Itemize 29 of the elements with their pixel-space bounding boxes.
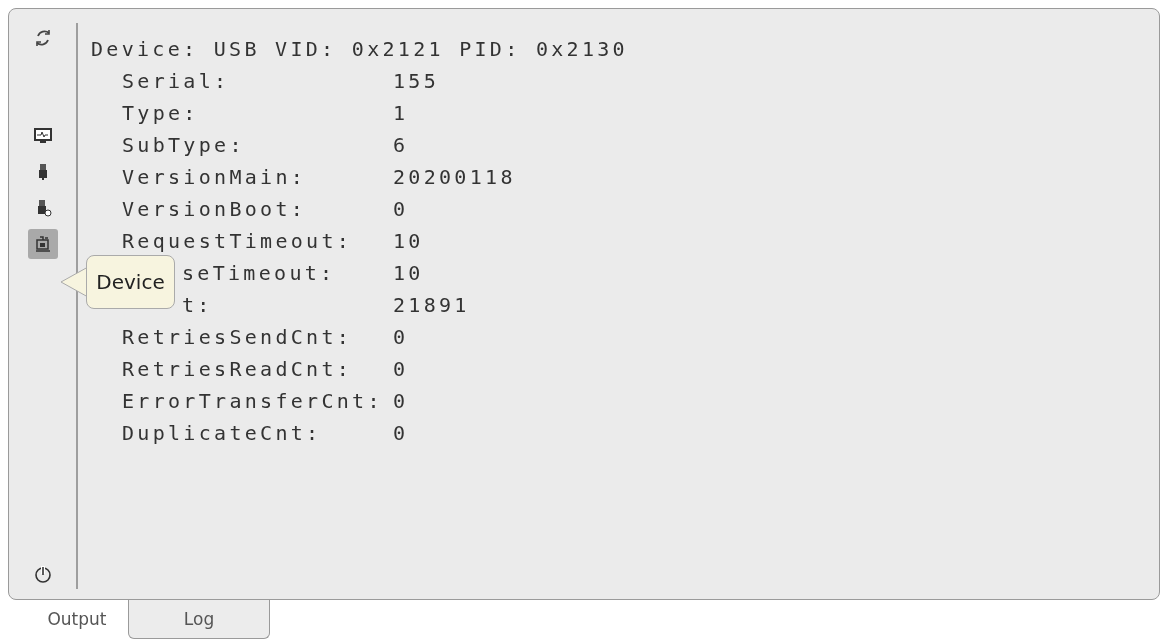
field-label: ErrorTransferCnt:: [122, 388, 384, 415]
field-label: Serial:: [122, 68, 231, 95]
field-value: 20200118: [393, 164, 516, 191]
field-value: 0: [393, 420, 410, 447]
field-value: 1: [393, 100, 410, 127]
field-label: VersionBoot:: [122, 196, 308, 223]
tab[interactable]: Log: [128, 600, 270, 639]
field-value: 10: [393, 228, 425, 255]
field-label: seTimeout:: [182, 260, 337, 287]
field-value: 0: [393, 356, 410, 383]
field-label: RequestTimeout:: [122, 228, 354, 255]
machine-button[interactable]: [27, 229, 58, 259]
power-icon: [32, 564, 53, 584]
field-label: SubType:: [122, 132, 246, 159]
field-value: 6: [393, 132, 410, 159]
field-label: RetriesReadCnt:: [122, 356, 354, 383]
field-label: DuplicateCnt:: [122, 420, 323, 447]
field-value: 155: [393, 68, 441, 95]
field-label: RetriesSendCnt:: [122, 324, 354, 351]
field-value: 10: [393, 260, 425, 287]
output-heading: Device: USB VID: 0x2121 PID: 0x2130: [91, 36, 629, 63]
field-label: Type:: [122, 100, 200, 127]
field-value: 21891: [393, 292, 471, 319]
monitor-icon: [32, 126, 53, 146]
field-value: 0: [393, 388, 410, 415]
field-value: 0: [393, 196, 410, 223]
field-value: 0: [393, 324, 410, 351]
field-label: t:: [182, 292, 214, 319]
field-label: VersionMain:: [122, 164, 308, 191]
